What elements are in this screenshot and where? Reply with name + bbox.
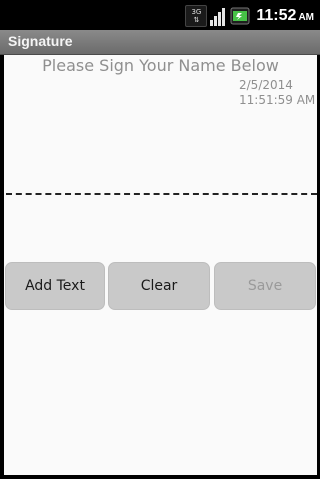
- signature-line: [6, 193, 317, 195]
- clear-button[interactable]: Clear: [108, 262, 210, 310]
- status-icons: 3G ⇅ 11:52 AM: [185, 5, 314, 27]
- signature-date: 2/5/2014: [239, 78, 293, 92]
- app-title: Signature: [8, 33, 73, 49]
- save-button[interactable]: Save: [214, 262, 316, 310]
- title-bar: Signature: [0, 30, 320, 55]
- signal-icon: [210, 6, 226, 26]
- add-text-button[interactable]: Add Text: [5, 262, 105, 310]
- signature-canvas[interactable]: Please Sign Your Name Below 2/5/2014 11:…: [4, 55, 317, 475]
- 3g-label: 3G: [191, 8, 202, 16]
- 3g-icon: 3G ⇅: [185, 5, 208, 27]
- status-time: 11:52 AM: [256, 7, 314, 24]
- signature-time: 11:51:59 AM: [239, 93, 316, 107]
- signature-heading: Please Sign Your Name Below: [42, 56, 279, 75]
- status-bar: 3G ⇅ 11:52 AM: [0, 0, 320, 30]
- battery-icon: [230, 6, 250, 26]
